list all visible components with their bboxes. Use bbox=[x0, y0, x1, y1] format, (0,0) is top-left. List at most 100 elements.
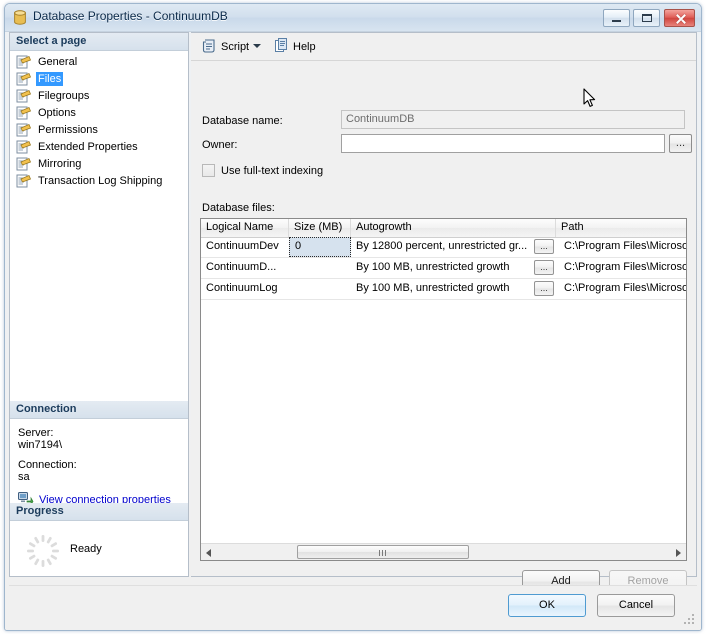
scrollbar-thumb[interactable] bbox=[297, 545, 469, 559]
sidebar-item-mirroring[interactable]: Mirroring bbox=[13, 155, 188, 172]
cell-autogrowth[interactable]: By 100 MB, unrestricted growth bbox=[351, 279, 534, 299]
cell-size-mb[interactable] bbox=[289, 279, 351, 299]
script-label: Script bbox=[221, 40, 250, 53]
cell-logical-name[interactable]: ContinuumD... bbox=[201, 258, 289, 278]
column-header-logical-name[interactable]: Logical Name bbox=[201, 219, 289, 237]
table-row[interactable]: ContinuumD... By 100 MB, unrestricted gr… bbox=[201, 258, 686, 279]
cell-autogrowth[interactable]: By 100 MB, unrestricted growth bbox=[351, 258, 534, 278]
sidebar-item-label: Mirroring bbox=[38, 157, 82, 170]
sidebar-item-transaction-log-shipping[interactable]: Transaction Log Shipping bbox=[13, 172, 188, 189]
sidebar-item-label: Extended Properties bbox=[38, 140, 138, 153]
close-icon bbox=[665, 10, 694, 26]
progress-header: Progress bbox=[10, 503, 188, 521]
cancel-button[interactable]: Cancel bbox=[597, 594, 675, 617]
help-label: Help bbox=[293, 40, 316, 53]
maximize-button[interactable] bbox=[633, 9, 660, 27]
grid-horizontal-scrollbar[interactable] bbox=[201, 543, 686, 560]
chevron-down-icon[interactable] bbox=[253, 44, 261, 48]
window-titlebar[interactable]: Database Properties - ContinuumDB bbox=[5, 4, 701, 32]
close-button[interactable] bbox=[664, 9, 695, 27]
page-list: General Files Filegroups Options Permiss… bbox=[10, 51, 188, 189]
dialog-footer: OK Cancel bbox=[9, 585, 697, 626]
cell-size-mb[interactable] bbox=[289, 258, 351, 278]
script-icon bbox=[202, 38, 217, 56]
autogrowth-browse-button[interactable]: ... bbox=[534, 281, 554, 296]
resize-grip-icon[interactable] bbox=[683, 613, 694, 624]
help-button[interactable]: Help bbox=[275, 37, 316, 56]
window-title: Database Properties - ContinuumDB bbox=[33, 9, 228, 23]
page-icon bbox=[16, 89, 32, 103]
page-icon bbox=[16, 72, 32, 86]
cell-logical-name[interactable]: ContinuumDev bbox=[201, 237, 289, 257]
column-header-path[interactable]: Path bbox=[556, 219, 686, 237]
scroll-right-button[interactable] bbox=[669, 544, 686, 560]
fulltext-indexing-checkbox[interactable] bbox=[202, 164, 215, 177]
sidebar-item-filegroups[interactable]: Filegroups bbox=[13, 87, 188, 104]
database-icon bbox=[13, 10, 27, 25]
sidebar-item-permissions[interactable]: Permissions bbox=[13, 121, 188, 138]
left-pane: Select a page General Files Filegroups O… bbox=[9, 32, 189, 577]
sidebar-item-label: Options bbox=[38, 106, 76, 119]
sidebar-item-label: Permissions bbox=[38, 123, 98, 136]
database-name-label: Database name: bbox=[202, 115, 283, 127]
database-properties-window: Database Properties - ContinuumDB Select… bbox=[4, 3, 702, 631]
owner-browse-button[interactable]: ... bbox=[669, 134, 692, 153]
cell-size-mb[interactable]: 0 bbox=[289, 237, 351, 257]
dialog-toolbar: Script Help bbox=[191, 33, 696, 61]
progress-section: Progress Ready bbox=[10, 503, 188, 583]
table-row[interactable]: ContinuumDev 0 By 12800 percent, unrestr… bbox=[201, 237, 686, 258]
page-icon bbox=[16, 174, 32, 188]
autogrowth-browse-button[interactable]: ... bbox=[534, 260, 554, 275]
grid-body: ContinuumDev 0 By 12800 percent, unrestr… bbox=[201, 237, 686, 300]
database-files-label: Database files: bbox=[202, 202, 275, 214]
progress-spinner-icon bbox=[26, 534, 60, 568]
progress-status: Ready bbox=[70, 543, 102, 555]
connection-label: Connection: bbox=[18, 459, 77, 471]
cell-path[interactable]: C:\Program Files\Microsoft bbox=[559, 279, 686, 299]
grid-header-row: Logical Name Size (MB) Autogrowth Path bbox=[201, 219, 686, 238]
right-pane: Script Help Database name: ContinuumDB O… bbox=[191, 32, 697, 593]
connection-value: sa bbox=[18, 471, 30, 483]
sidebar-item-label: Filegroups bbox=[38, 89, 90, 102]
help-icon bbox=[275, 37, 289, 56]
column-header-size-mb[interactable]: Size (MB) bbox=[289, 219, 351, 237]
cell-path[interactable]: C:\Program Files\Microsoft bbox=[559, 258, 686, 278]
triangle-right-icon bbox=[676, 549, 681, 557]
page-icon bbox=[16, 123, 32, 137]
script-button[interactable]: Script bbox=[202, 37, 249, 56]
sidebar-item-label: Files bbox=[36, 71, 64, 86]
fulltext-indexing-label: Use full-text indexing bbox=[221, 164, 324, 177]
sidebar-item-options[interactable]: Options bbox=[13, 104, 188, 121]
database-files-grid[interactable]: Logical Name Size (MB) Autogrowth Path C… bbox=[200, 218, 687, 561]
minimize-icon bbox=[604, 10, 629, 26]
column-header-autogrowth[interactable]: Autogrowth bbox=[351, 219, 556, 237]
maximize-icon bbox=[634, 10, 659, 26]
minimize-button[interactable] bbox=[603, 9, 630, 27]
sidebar-item-general[interactable]: General bbox=[13, 53, 188, 70]
connection-section: Connection Server: win7194\ Connection: … bbox=[10, 401, 188, 514]
cell-autogrowth[interactable]: By 12800 percent, unrestricted gr... bbox=[351, 237, 534, 257]
server-label: Server: bbox=[18, 427, 54, 439]
connection-header: Connection bbox=[10, 401, 188, 419]
owner-label: Owner: bbox=[202, 139, 238, 151]
cell-path[interactable]: C:\Program Files\Microsoft bbox=[559, 237, 686, 257]
files-page-form: Database name: ContinuumDB Owner: ... Us… bbox=[191, 60, 696, 593]
triangle-left-icon bbox=[206, 549, 211, 557]
fulltext-indexing-row[interactable]: Use full-text indexing bbox=[202, 164, 323, 177]
sidebar-item-files[interactable]: Files bbox=[13, 70, 188, 87]
sidebar-item-extended-properties[interactable]: Extended Properties bbox=[13, 138, 188, 155]
owner-input[interactable] bbox=[341, 134, 665, 153]
database-name-input[interactable]: ContinuumDB bbox=[341, 110, 685, 129]
ok-button[interactable]: OK bbox=[508, 594, 586, 617]
select-page-header: Select a page bbox=[10, 33, 188, 51]
sidebar-item-label: Transaction Log Shipping bbox=[38, 174, 163, 187]
grip-icon bbox=[379, 550, 388, 556]
autogrowth-browse-button[interactable]: ... bbox=[534, 239, 554, 254]
cell-logical-name[interactable]: ContinuumLog bbox=[201, 279, 289, 299]
page-icon bbox=[16, 157, 32, 171]
scroll-left-button[interactable] bbox=[201, 544, 218, 560]
table-row[interactable]: ContinuumLog By 100 MB, unrestricted gro… bbox=[201, 279, 686, 300]
page-icon bbox=[16, 55, 32, 69]
page-icon bbox=[16, 106, 32, 120]
server-value: win7194\ bbox=[18, 439, 63, 451]
